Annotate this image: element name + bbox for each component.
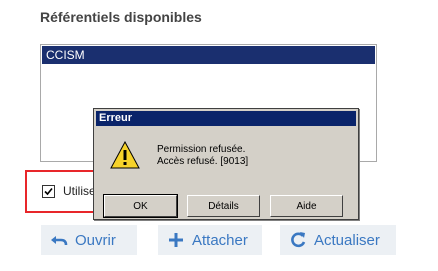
refresh-icon — [291, 232, 306, 248]
dialog-message-line2: Accès refusé. [9013] — [157, 156, 249, 167]
help-button[interactable]: Aide — [270, 195, 343, 217]
refresh-button-label: Actualiser — [314, 231, 380, 249]
open-button-label: Ouvrir — [75, 231, 116, 249]
details-button[interactable]: Détails — [187, 195, 260, 217]
error-dialog: Erreur Permission refusée. Accès refusé.… — [93, 108, 359, 220]
highlight-box — [25, 170, 103, 213]
refresh-button[interactable]: Actualiser — [280, 225, 396, 255]
list-item[interactable]: CCISM — [42, 46, 375, 64]
undo-arrow-icon — [51, 236, 68, 246]
plus-icon — [169, 233, 183, 247]
warning-icon — [110, 141, 140, 169]
dialog-message: Permission refusée. Accès refusé. [9013] — [157, 144, 248, 168]
dialog-message-line1: Permission refusée. — [157, 144, 246, 155]
ok-button[interactable]: OK — [103, 194, 178, 218]
dialog-title: Erreur — [96, 111, 356, 126]
open-button[interactable]: Ouvrir — [41, 225, 137, 255]
attach-button[interactable]: Attacher — [158, 225, 262, 255]
section-title: Référentiels disponibles — [40, 9, 202, 25]
attach-button-label: Attacher — [192, 231, 248, 249]
